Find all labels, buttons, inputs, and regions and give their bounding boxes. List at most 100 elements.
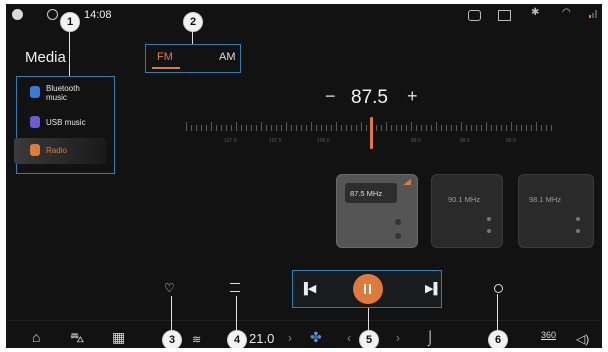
previous-track-icon[interactable]: ▐◀: [300, 282, 316, 295]
car-icon[interactable]: ⛍: [70, 329, 84, 348]
scale-tick: [456, 125, 457, 131]
temperature-display[interactable]: 21.0: [249, 331, 274, 346]
scale-tick: [491, 125, 492, 131]
favorite-icon[interactable]: ♡: [164, 281, 175, 295]
scale-tick: [486, 122, 487, 131]
screen-icon: [498, 10, 511, 21]
signal-icon: [403, 179, 411, 185]
scale-tick: [276, 125, 277, 131]
scale-tick: [496, 125, 497, 131]
wifi-icon: ◠: [562, 7, 571, 18]
notification-icon[interactable]: [47, 9, 58, 20]
scale-tick: [451, 125, 452, 131]
scale-tick: [421, 125, 422, 131]
callout-1: 1: [60, 12, 80, 32]
scale-tick: [426, 125, 427, 131]
sidebar-item-bluetooth-music[interactable]: Bluetooth music: [14, 80, 106, 106]
playlist-icon[interactable]: [230, 283, 240, 292]
scale-tick: [376, 125, 377, 131]
scale-tick: [236, 122, 237, 131]
callout-line-1: [69, 26, 70, 76]
preset-dot: [395, 219, 401, 225]
preset-card-1[interactable]: 87.5 MHz: [336, 174, 418, 248]
volume-icon[interactable]: ◁): [576, 332, 589, 346]
scale-tick: [221, 125, 222, 131]
scale-tick: [256, 125, 257, 131]
view-360-button[interactable]: 360: [541, 330, 556, 340]
scale-tick: [326, 125, 327, 131]
preset-card-3[interactable]: 98.1 MHz: [518, 174, 594, 248]
car-infotainment-screen: 14:08 ✱ ◠ Media Bluetooth music USB musi…: [6, 4, 602, 348]
seat-heat-icon[interactable]: ≋: [192, 333, 201, 346]
scale-tick: [306, 125, 307, 131]
scale-tick: [361, 122, 362, 131]
tab-fm-underline: [152, 67, 180, 69]
sidebar-item-radio[interactable]: Radio: [14, 138, 106, 164]
scale-tick: [391, 125, 392, 131]
home-icon[interactable]: ⌂: [32, 329, 40, 345]
scale-tick: [546, 125, 547, 131]
scale-tick: [341, 125, 342, 131]
scale-tick: [261, 122, 262, 131]
scale-tick: [196, 125, 197, 131]
timer-icon[interactable]: [494, 284, 503, 293]
scale-tick: [461, 122, 462, 131]
scale-tick: [536, 122, 537, 131]
scale-tick: [321, 125, 322, 131]
scale-tick: [231, 125, 232, 131]
scale-tick: [396, 125, 397, 131]
callout-line-3: [171, 296, 172, 332]
fan-icon[interactable]: ✤: [310, 329, 322, 346]
preset-card-2[interactable]: 90.1 MHz: [431, 174, 503, 248]
tune-down-button[interactable]: −: [325, 86, 336, 107]
scale-tick: [186, 122, 187, 131]
scale-label: 89.0: [506, 138, 516, 144]
tab-fm[interactable]: FM: [157, 51, 173, 63]
tab-am[interactable]: AM: [219, 51, 236, 63]
sidebar-item-usb-music[interactable]: USB music: [14, 110, 106, 136]
scale-tick: [381, 125, 382, 131]
scale-tick: [446, 125, 447, 131]
scale-tick: [416, 125, 417, 131]
scale-tick: [351, 125, 352, 131]
scale-label: 88.5: [460, 138, 470, 144]
bluetooth-icon: ✱: [531, 7, 540, 18]
scale-tick: [516, 125, 517, 131]
pause-button[interactable]: [353, 274, 383, 304]
scale-tick: [521, 125, 522, 131]
next-track-icon[interactable]: ▶▌: [425, 282, 441, 295]
profile-icon[interactable]: [12, 9, 23, 20]
callout-3: 3: [162, 330, 182, 348]
scale-tick: [531, 125, 532, 131]
preset-dot: [576, 229, 580, 233]
scale-tick: [331, 125, 332, 131]
sidebar-item-label: Bluetooth: [46, 84, 80, 93]
scale-tick: [216, 125, 217, 131]
scale-tick: [441, 125, 442, 131]
callout-line-4: [236, 296, 237, 332]
scale-tick: [511, 122, 512, 131]
seat-icon[interactable]: ⌡: [426, 329, 434, 345]
tune-up-button[interactable]: +: [407, 86, 418, 107]
sidebar-item-label-sub: music: [46, 93, 67, 102]
fan-decrease-icon[interactable]: ‹: [347, 331, 351, 345]
temp-increase-icon[interactable]: ›: [288, 331, 292, 345]
tuning-needle[interactable]: [370, 117, 373, 149]
frequency-display: 87.5: [351, 87, 388, 108]
scale-tick: [251, 125, 252, 131]
fan-increase-icon[interactable]: ›: [396, 331, 400, 345]
scale-tick: [346, 125, 347, 131]
scale-label: 108.0: [317, 138, 330, 144]
scale-tick: [431, 125, 432, 131]
scale-tick: [471, 125, 472, 131]
apps-grid-icon[interactable]: ▦: [112, 329, 125, 346]
camera-off-icon: [468, 10, 481, 21]
scale-tick: [541, 125, 542, 131]
scale-tick: [286, 122, 287, 131]
pause-icon: [364, 284, 366, 294]
callout-2: 2: [183, 12, 203, 32]
callout-5: 5: [359, 330, 379, 348]
scale-tick: [401, 125, 402, 131]
scale-tick: [551, 125, 552, 131]
scale-tick: [301, 125, 302, 131]
